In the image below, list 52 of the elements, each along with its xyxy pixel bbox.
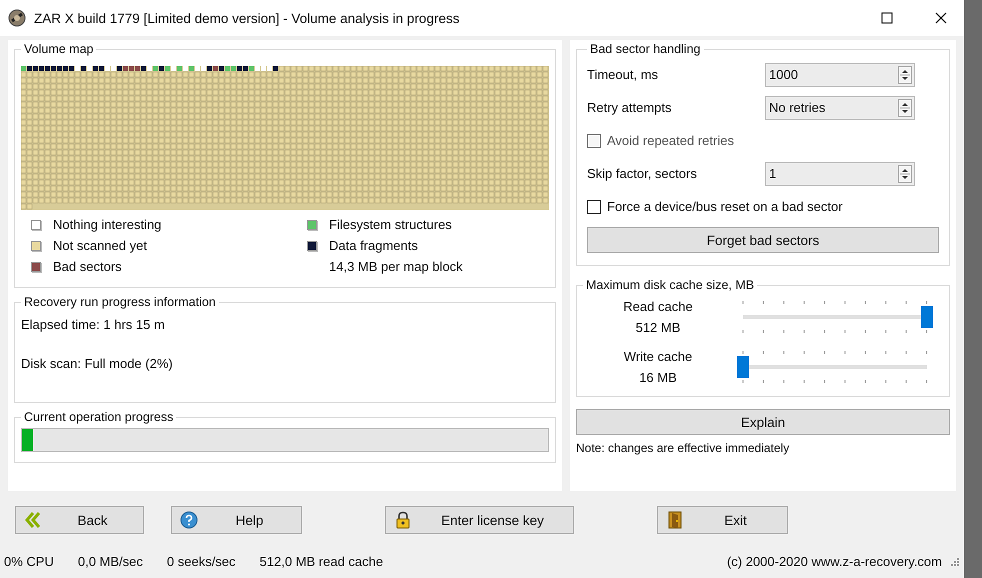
- back-button[interactable]: Back: [15, 506, 144, 534]
- info-text: Elapsed time: 1 hrs 15 m: [21, 317, 166, 332]
- help-button[interactable]: Help: [171, 506, 302, 534]
- slider-thumb[interactable]: [921, 306, 933, 328]
- exit-button[interactable]: Exit: [657, 506, 788, 534]
- maximize-icon: [881, 12, 893, 24]
- explain-button[interactable]: Explain: [576, 409, 950, 435]
- status-text: 0,0 MB/sec: [78, 554, 143, 569]
- slider-reading: 16 MB: [638, 370, 678, 385]
- checkbox-label: Force a device/bus reset on a bad sector: [607, 199, 843, 214]
- double-chevron-left-icon: [24, 511, 42, 529]
- resize-grip-icon: [950, 556, 960, 566]
- door-icon: [666, 511, 684, 529]
- field-label: Retry attempts: [587, 100, 673, 115]
- spin-field[interactable]: 1: [765, 162, 915, 186]
- app-icon: [8, 9, 26, 27]
- legend-label: Nothing interesting: [53, 217, 162, 232]
- group-title: Bad sector handling: [589, 42, 702, 56]
- spin-field[interactable]: 1000: [765, 62, 915, 86]
- close-icon: [935, 12, 947, 24]
- legend-label: Filesystem structures: [329, 217, 452, 232]
- forget-bad-sectors-button[interactable]: Forget bad sectors: [587, 227, 939, 253]
- field-label: Skip factor, sectors: [587, 166, 698, 181]
- status-text: 0% CPU: [4, 554, 54, 569]
- slider-label: Read cache: [622, 299, 694, 314]
- window-title: ZAR X build 1779 [Limited demo version] - Volume analysis in progress: [34, 10, 460, 26]
- spin-field[interactable]: No retries: [765, 96, 915, 120]
- group-title: Recovery run progress information: [23, 295, 217, 309]
- spin-arrows-icon: [898, 66, 912, 84]
- info-text: Disk scan: Full mode (2%): [21, 356, 174, 371]
- legend-label: Not scanned yet: [53, 238, 147, 253]
- slider-reading: 512 MB: [634, 320, 682, 335]
- field-label: Timeout, ms: [587, 67, 660, 82]
- status-text: 512,0 MB read cache: [260, 554, 384, 569]
- help-icon: [180, 511, 198, 529]
- padlock-icon: [394, 511, 412, 529]
- group-title: Maximum disk cache size, MB: [585, 278, 756, 292]
- slider-thumb[interactable]: [737, 356, 749, 378]
- legend-label: Bad sectors: [53, 259, 122, 274]
- spin-arrows-icon: [898, 98, 912, 116]
- status-text: 0 seeks/sec: [166, 554, 236, 569]
- legend-label: Data fragments: [329, 238, 418, 253]
- spin-arrows-icon: [898, 164, 912, 182]
- slider-label: Write cache: [622, 349, 694, 364]
- license-button[interactable]: Enter license key: [385, 506, 574, 534]
- checkbox-label: Avoid repeated retries: [607, 133, 734, 148]
- copyright-text: (c) 2000-2020 www.z-a-recovery.com: [726, 554, 942, 569]
- note-text: Note: changes are effective immediately: [576, 441, 790, 455]
- checkbox[interactable]: [587, 200, 601, 214]
- block-size-label: 14,3 MB per map block: [329, 259, 463, 274]
- group-title: Volume map: [23, 42, 94, 56]
- group-title: Current operation progress: [23, 410, 174, 424]
